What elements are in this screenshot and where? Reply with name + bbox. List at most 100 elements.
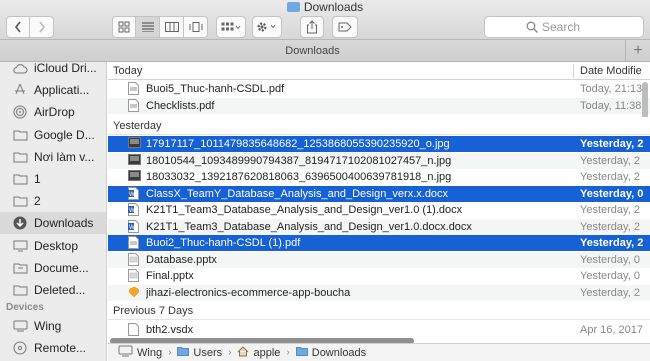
- navigation-buttons: [6, 16, 54, 38]
- list-view-button[interactable]: [136, 16, 160, 38]
- path-crumb[interactable]: Downloads: [295, 346, 366, 359]
- path-crumb[interactable]: Users: [177, 346, 222, 359]
- list-icon: [141, 22, 154, 32]
- file-date: Yesterday, 0: [580, 187, 644, 200]
- sidebar-device-item[interactable]: Remote...: [0, 337, 106, 359]
- file-date: Yesterday, 2: [580, 237, 644, 249]
- column-date-header[interactable]: Date Modifie: [580, 62, 642, 80]
- toolbar: Downloads: [0, 0, 650, 40]
- svg-text:W: W: [129, 208, 135, 214]
- word-icon: W: [128, 203, 139, 216]
- gallery-view-button[interactable]: [184, 16, 208, 38]
- pdf-icon: [128, 82, 139, 95]
- chevron-right-icon: ›: [168, 347, 172, 358]
- cloud-icon: [12, 62, 28, 76]
- search-input[interactable]: [542, 20, 602, 34]
- sidebar-item[interactable]: AirDrop: [0, 101, 106, 123]
- sidebar-item[interactable]: 1: [0, 168, 106, 190]
- pdf-icon: [128, 98, 139, 112]
- column-divider[interactable]: [573, 64, 574, 78]
- sidebar-item[interactable]: Desktop: [0, 235, 106, 257]
- file-row[interactable]: W K21T1_Team3_Database_Analysis_and_Desig…: [108, 202, 650, 218]
- path-crumb[interactable]: Wing: [118, 345, 162, 360]
- svg-text:W: W: [129, 192, 135, 198]
- file-row[interactable]: 18033032_1392187620818063_63965004006397…: [108, 169, 650, 185]
- file-row[interactable]: 18010544_1093489990794387_81947171020810…: [108, 152, 650, 169]
- arrange-button[interactable]: [216, 16, 246, 38]
- vertical-scrollbar[interactable]: [642, 82, 648, 122]
- action-button[interactable]: [252, 16, 282, 38]
- file-row[interactable]: Database.pptx Yesterday, 0: [108, 251, 650, 268]
- tab-bar: Downloads +: [0, 40, 650, 62]
- file-name: Buoi5_Thuc-hanh-CSDL.pdf: [146, 83, 285, 95]
- folder-icon: [295, 346, 308, 359]
- sidebar-item[interactable]: Google D...: [0, 124, 106, 146]
- window-title: Downloads: [0, 0, 650, 14]
- file-name: Checklists.pdf: [146, 99, 215, 112]
- file-name: Database.pptx: [146, 253, 217, 266]
- file-date: Today, 11:38: [580, 99, 642, 112]
- file-date: Yesterday, 2: [580, 138, 644, 150]
- pptx-icon: [128, 269, 139, 282]
- column-name-header[interactable]: Today: [113, 62, 142, 80]
- file-row[interactable]: Final.pptx Yesterday, 0: [108, 268, 650, 284]
- image-icon: [128, 137, 141, 150]
- pptx-icon: [128, 252, 139, 266]
- file-row[interactable]: Buoi2_Thuc-hanh-CSDL (1).pdf Yesterday, 2: [108, 235, 650, 251]
- airdrop-icon: [12, 104, 28, 120]
- file-row[interactable]: W ClassX_TeamY_Database_Analysis_and_Desi…: [108, 185, 650, 202]
- file-row[interactable]: bth2.vsdx Apr 16, 2017: [108, 322, 650, 338]
- sidebar-item-label: Deleted...: [34, 283, 86, 297]
- file-row[interactable]: Buoi5_Thuc-hanh-CSDL.pdf Today, 21:13: [108, 81, 650, 97]
- tab-downloads[interactable]: Downloads: [0, 40, 625, 62]
- applications-icon: [12, 82, 28, 98]
- sidebar-item-label: Applicati...: [34, 83, 90, 98]
- icon-view-button[interactable]: [112, 16, 136, 38]
- file-date: Today, 21:13: [580, 83, 643, 95]
- path-bar: Wing › Users › apple › Downloads: [108, 343, 650, 361]
- file-date: Yesterday, 2: [580, 220, 640, 233]
- sidebar-item[interactable]: Deleted...: [0, 279, 106, 301]
- arrange-grid-icon: [221, 22, 241, 31]
- view-mode-buttons: [112, 16, 208, 38]
- file-row[interactable]: 17917117_1011479835648682_12538680553902…: [108, 136, 650, 152]
- sidebar-item-label: Google D...: [34, 127, 95, 142]
- forward-button[interactable]: [30, 16, 54, 38]
- sidebar-device-item[interactable]: Wing: [0, 315, 106, 337]
- sketch-icon: [128, 286, 140, 299]
- file-date: Yesterday, 2: [580, 204, 640, 216]
- group-header: Yesterday: [108, 117, 650, 135]
- file-date: Yesterday, 2: [580, 286, 640, 299]
- sidebar-item[interactable]: Docume...: [0, 257, 106, 279]
- tag-button[interactable]: [332, 16, 358, 38]
- file-name: 17917117_1011479835648682_12538680553902…: [146, 138, 450, 150]
- sidebar-item[interactable]: Downloads: [0, 212, 106, 235]
- grid-icon: [118, 21, 130, 33]
- file-date: Yesterday, 2: [580, 171, 640, 183]
- tag-icon: [338, 22, 352, 32]
- file-row[interactable]: jihazi-electronics-ecommerce-app-boucha Y…: [108, 284, 650, 301]
- sidebar-item-label: AirDrop: [34, 105, 75, 120]
- columns-icon: [164, 22, 179, 32]
- sidebar-item[interactable]: Applicati...: [0, 79, 106, 101]
- chevron-right-icon: [38, 21, 45, 33]
- file-row[interactable]: W K21T1_Team3_Database_Analysis_and_Desig…: [108, 218, 650, 235]
- sidebar-item[interactable]: iCloud Dri...: [0, 62, 106, 79]
- sidebar-item[interactable]: 2: [0, 190, 106, 212]
- file-name: 18033032_1392187620818063_63965004006397…: [146, 171, 452, 183]
- file-name: Final.pptx: [146, 270, 194, 282]
- folder-icon: [12, 193, 28, 209]
- sidebar-item[interactable]: Nơi làm v...: [0, 146, 106, 168]
- add-tab-button[interactable]: +: [625, 40, 650, 62]
- file-name: 18010544_1093489990794387_81947171020810…: [146, 154, 452, 167]
- path-crumb[interactable]: apple: [237, 345, 280, 360]
- column-view-button[interactable]: [160, 16, 184, 38]
- share-button[interactable]: [300, 16, 324, 38]
- folder-icon: [12, 127, 28, 143]
- back-button[interactable]: [6, 16, 30, 38]
- file-name: K21T1_Team3_Database_Analysis_and_Design…: [146, 220, 472, 233]
- search-field[interactable]: [484, 16, 644, 38]
- file-row[interactable]: Checklists.pdf Today, 11:38: [108, 97, 650, 114]
- svg-text:W: W: [129, 225, 135, 231]
- chevron-left-icon: [14, 21, 21, 33]
